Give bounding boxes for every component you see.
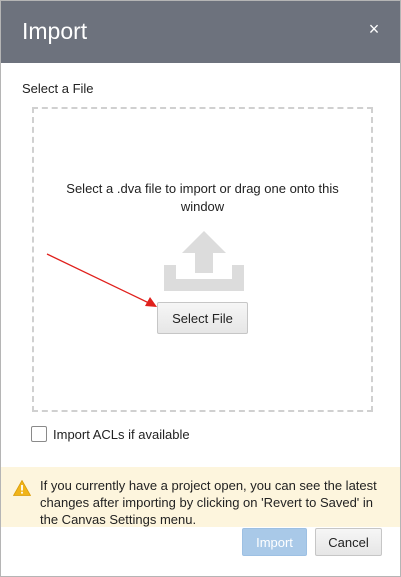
dialog-title: Import	[22, 18, 88, 44]
import-button[interactable]: Import	[242, 528, 307, 556]
import-dialog: Import × Select a File Select a .dva fil…	[0, 0, 401, 577]
cancel-button[interactable]: Cancel	[315, 528, 382, 556]
close-icon[interactable]: ×	[362, 16, 386, 42]
annotation-arrow	[46, 253, 157, 307]
warning-triangle-icon	[13, 480, 31, 496]
dialog-titlebar: Import ×	[1, 1, 400, 63]
upload-tray-icon	[164, 231, 244, 291]
import-acls-label[interactable]: Import ACLs if available	[53, 426, 190, 443]
select-file-label: Select a File	[22, 81, 94, 96]
warning-message: If you currently have a project open, yo…	[40, 478, 377, 527]
drop-instructions: Select a .dva file to import or drag one…	[66, 181, 339, 214]
import-acls-checkbox[interactable]	[31, 426, 47, 442]
warning-banner: If you currently have a project open, yo…	[1, 467, 400, 527]
